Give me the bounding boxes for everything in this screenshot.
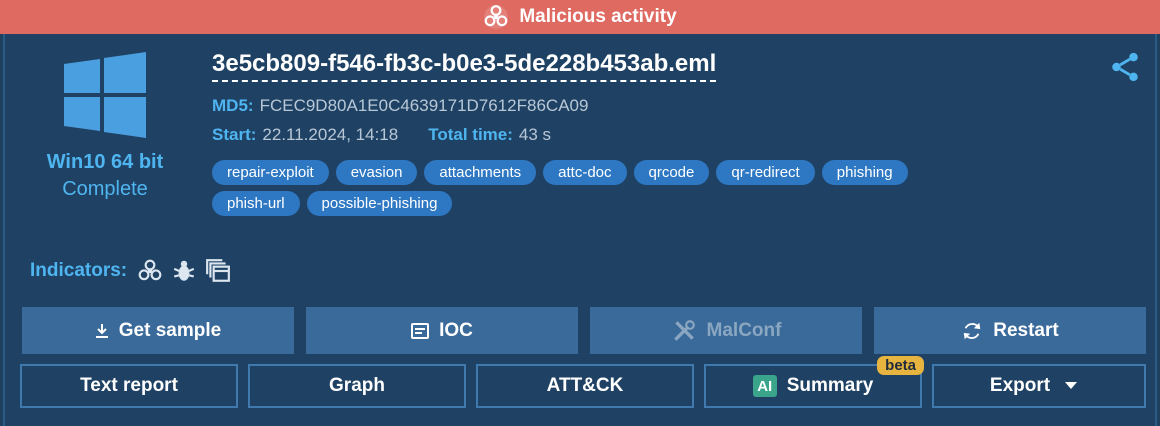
task-panel: Win10 64 bit Complete 3e5cb809-f546-fb3c… xyxy=(3,34,1157,426)
windows-logo-icon xyxy=(64,52,146,138)
biohazard-icon[interactable] xyxy=(137,258,163,284)
attck-button[interactable]: ATT&CK xyxy=(476,364,694,408)
task-status: Complete xyxy=(62,178,148,200)
indicators-label: Indicators: xyxy=(30,260,128,281)
text-report-button[interactable]: Text report xyxy=(20,364,238,408)
start-label: Start: xyxy=(212,125,257,144)
md5-value[interactable]: FCEC9D80A1E0C4639171D7612F86CA09 xyxy=(260,96,589,115)
tag[interactable]: qrcode xyxy=(633,160,710,185)
graph-label: Graph xyxy=(329,375,385,396)
start-value: 22.11.2024, 14:18 xyxy=(262,125,399,144)
malconf-button[interactable]: MalConf xyxy=(590,307,862,354)
ai-summary-button[interactable]: AI Summary beta xyxy=(704,356,924,408)
tag[interactable]: attc-doc xyxy=(543,160,627,185)
total-time-label: Total time: xyxy=(428,125,513,144)
malconf-label: MalConf xyxy=(706,319,782,341)
ai-icon: AI xyxy=(752,375,777,397)
tag-list: repair-exploit evasion attachments attc-doc… xyxy=(212,160,1112,222)
verdict-label: Malicious activity xyxy=(519,6,677,27)
restart-button[interactable]: Restart xyxy=(874,307,1146,354)
download-icon xyxy=(95,323,108,338)
restart-label: Restart xyxy=(993,319,1059,341)
text-report-label: Text report xyxy=(80,375,178,396)
tag[interactable]: phish-url xyxy=(212,191,300,216)
tools-icon xyxy=(673,319,695,341)
share-icon[interactable] xyxy=(1108,50,1142,84)
tag[interactable]: possible-phishing xyxy=(306,191,453,216)
ioc-button[interactable]: IOC xyxy=(306,307,578,354)
document-icon xyxy=(411,322,430,339)
biohazard-icon xyxy=(484,5,509,29)
os-info: Win10 64 bit Complete xyxy=(5,52,205,201)
get-sample-label: Get sample xyxy=(118,319,222,341)
tag[interactable]: attachments xyxy=(424,160,537,185)
md5-row: MD5: FCEC9D80A1E0C4639171D7612F86CA09 xyxy=(212,96,588,116)
tag[interactable]: qr-redirect xyxy=(716,160,815,185)
os-name: Win10 64 bit xyxy=(46,151,164,173)
windows-stack-icon[interactable] xyxy=(205,258,231,284)
md5-label: MD5: xyxy=(212,96,254,115)
export-dropdown[interactable]: Export xyxy=(932,364,1146,408)
timing-row: Start: 22.11.2024, 14:18 Total time: 43 s xyxy=(212,125,551,145)
ioc-label: IOC xyxy=(439,319,473,341)
tag[interactable]: phishing xyxy=(821,160,908,185)
get-sample-button[interactable]: Get sample xyxy=(22,307,294,354)
bug-icon[interactable] xyxy=(171,258,197,284)
graph-button[interactable]: Graph xyxy=(248,364,466,408)
attck-label: ATT&CK xyxy=(546,375,624,396)
beta-badge: beta xyxy=(877,356,924,375)
task-filename[interactable]: 3e5cb809-f546-fb3c-b0e3-5de228b453ab.eml xyxy=(212,50,717,82)
total-time-value: 43 s xyxy=(518,125,552,144)
indicators-row: Indicators: xyxy=(30,258,239,284)
refresh-icon xyxy=(964,322,981,339)
verdict-banner: Malicious activity xyxy=(0,0,1160,34)
tag[interactable]: evasion xyxy=(335,160,418,185)
export-label: Export xyxy=(989,375,1051,396)
tag[interactable]: repair-exploit xyxy=(212,160,329,185)
chevron-down-icon xyxy=(1065,382,1078,389)
summary-label: Summary xyxy=(786,375,874,396)
